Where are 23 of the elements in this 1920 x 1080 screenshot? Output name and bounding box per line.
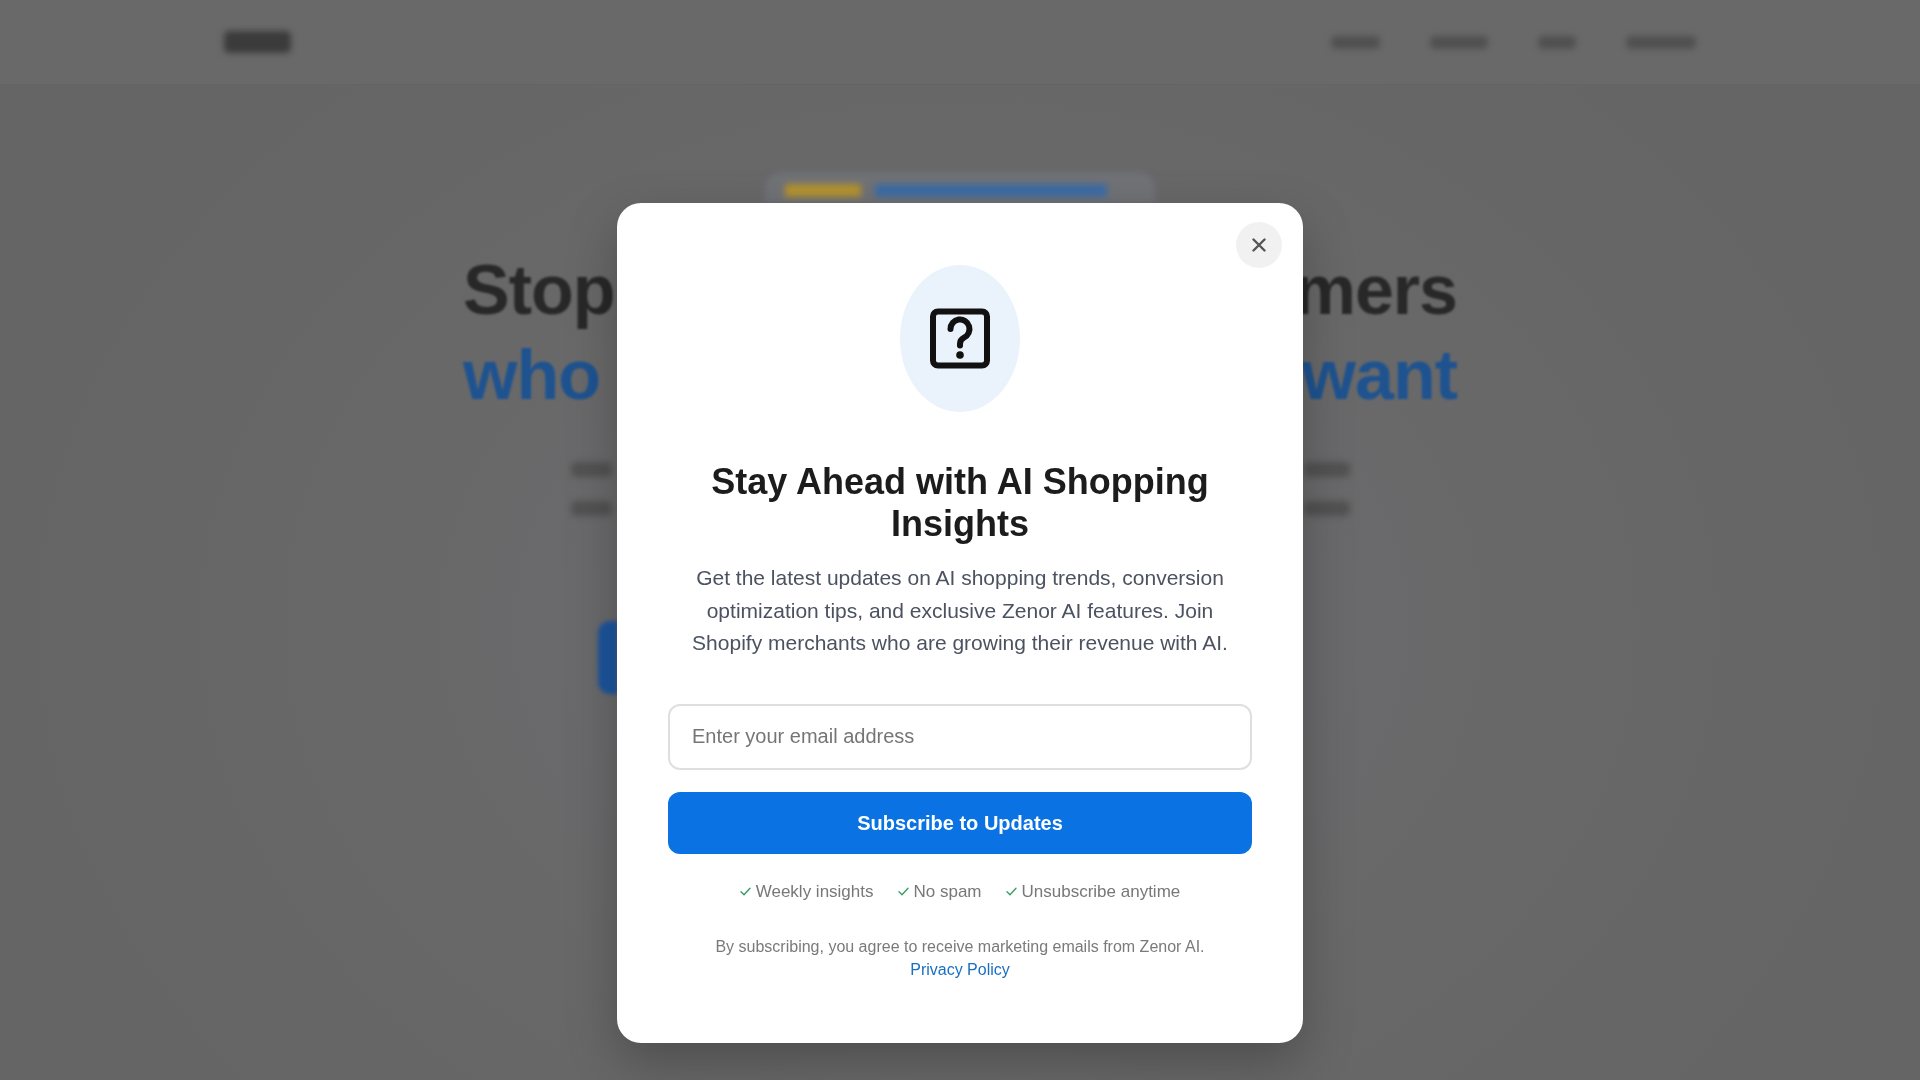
benefit-text: Weekly insights	[755, 880, 874, 903]
headline-text: Stop	[463, 250, 615, 331]
consent-text: By subscribing, you agree to receive marketing emails from Zenor AI. Privacy Policy	[714, 936, 1206, 980]
blurred-subtitle-text	[570, 462, 612, 477]
email-input[interactable]: Enter your email address	[668, 703, 1252, 770]
close-button[interactable]	[1236, 222, 1282, 268]
check-icon	[1005, 887, 1017, 896]
privacy-policy-link[interactable]: Privacy Policy	[910, 961, 1010, 978]
close-icon	[1252, 238, 1266, 252]
dialog-title: Stay Ahead with AI Shopping Insights	[710, 461, 1210, 545]
blurred-subtitle-text	[1303, 462, 1350, 477]
headline-text: want	[1301, 335, 1457, 416]
subscribe-button[interactable]: Subscribe to Updates	[668, 791, 1252, 854]
headline-text: mers	[1293, 250, 1457, 331]
benefit-text: No spam	[913, 880, 982, 903]
blurred-subtitle-text	[1303, 501, 1350, 516]
benefit-text: Unsubscribe anytime	[1021, 880, 1181, 903]
headline-text: who	[463, 335, 600, 416]
check-icon	[897, 887, 909, 896]
check-icon	[739, 887, 751, 896]
dialog-description: Get the latest updates on AI shopping trends, conversion optimization tips, and exclusive Zenor AI features. Join Shopify merchants who are growing their revenue with AI.	[691, 565, 1229, 656]
blurred-logo	[224, 31, 291, 53]
blurred-subtitle-text	[570, 501, 612, 516]
